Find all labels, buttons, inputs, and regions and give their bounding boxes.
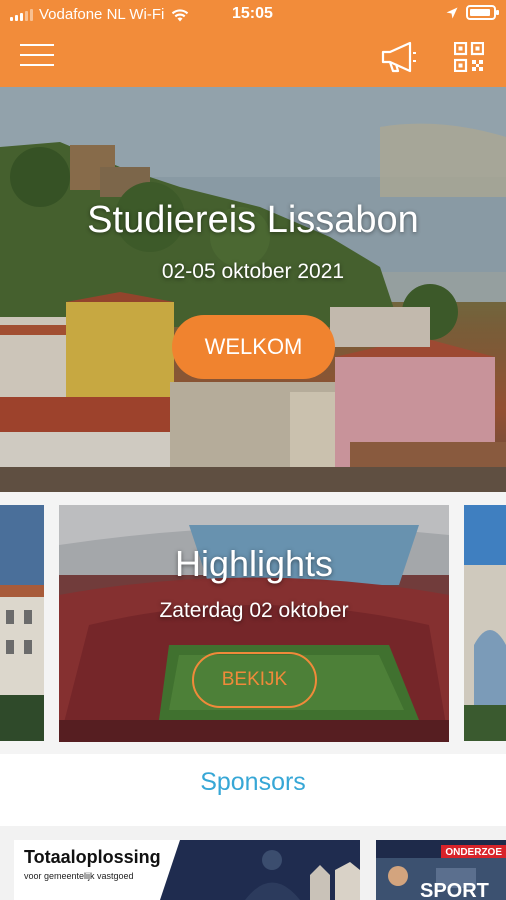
sponsor-banner-1[interactable]: Totaaloplossing voor gemeentelijk vastgo…: [14, 840, 360, 900]
highlights-card[interactable]: Highlights Zaterdag 02 oktober BEKIJK: [59, 505, 449, 742]
carousel-card-next[interactable]: [464, 505, 506, 741]
sponsor-2-title: SPORT: [420, 880, 489, 900]
carrier-info: Vodafone NL Wi-Fi: [10, 6, 190, 23]
menu-button[interactable]: [20, 44, 54, 68]
signal-icon: [10, 8, 33, 21]
lisbon-cityscape-image: [0, 87, 506, 492]
sponsor-1-title: Totaaloplossing: [24, 847, 161, 867]
location-arrow-icon: [446, 7, 458, 18]
welkom-button[interactable]: WELKOM: [172, 315, 335, 379]
highlights-title: Highlights: [174, 543, 334, 584]
status-bar: Vodafone NL Wi-Fi 15:05: [0, 0, 506, 30]
sponsors-carousel[interactable]: Totaaloplossing voor gemeentelijk vastgo…: [0, 826, 506, 900]
carrier-label: Vodafone NL Wi-Fi: [39, 6, 165, 23]
hero-title: Studiereis Lissabon: [87, 199, 419, 241]
megaphone-icon[interactable]: [380, 40, 418, 74]
sponsors-heading: Sponsors: [200, 768, 306, 796]
hero-date: 02-05 oktober 2021: [161, 260, 345, 283]
hero-banner: Studiereis Lissabon 02-05 oktober 2021 W…: [0, 87, 506, 492]
bekijk-button[interactable]: BEKIJK: [192, 652, 317, 708]
clock: 15:05: [232, 5, 273, 22]
app-header: Vodafone NL Wi-Fi 15:05: [0, 0, 506, 87]
status-right: [446, 5, 499, 20]
qr-code-icon[interactable]: [454, 42, 484, 72]
next-card-image: [464, 505, 506, 741]
highlights-date: Zaterdag 02 oktober: [159, 599, 349, 622]
carousel-card-previous[interactable]: [0, 505, 44, 741]
sponsor-1-image: [160, 840, 360, 900]
battery-icon: [466, 5, 499, 20]
previous-card-image: [0, 505, 44, 741]
menu-icon: [20, 44, 54, 46]
sponsor-1-subtitle: voor gemeentelijk vastgoed: [24, 871, 134, 881]
wifi-icon: [172, 8, 189, 21]
highlights-carousel[interactable]: Highlights Zaterdag 02 oktober BEKIJK: [0, 492, 506, 754]
sponsor-banner-2[interactable]: ONDERZOE SPORT: [376, 840, 506, 900]
